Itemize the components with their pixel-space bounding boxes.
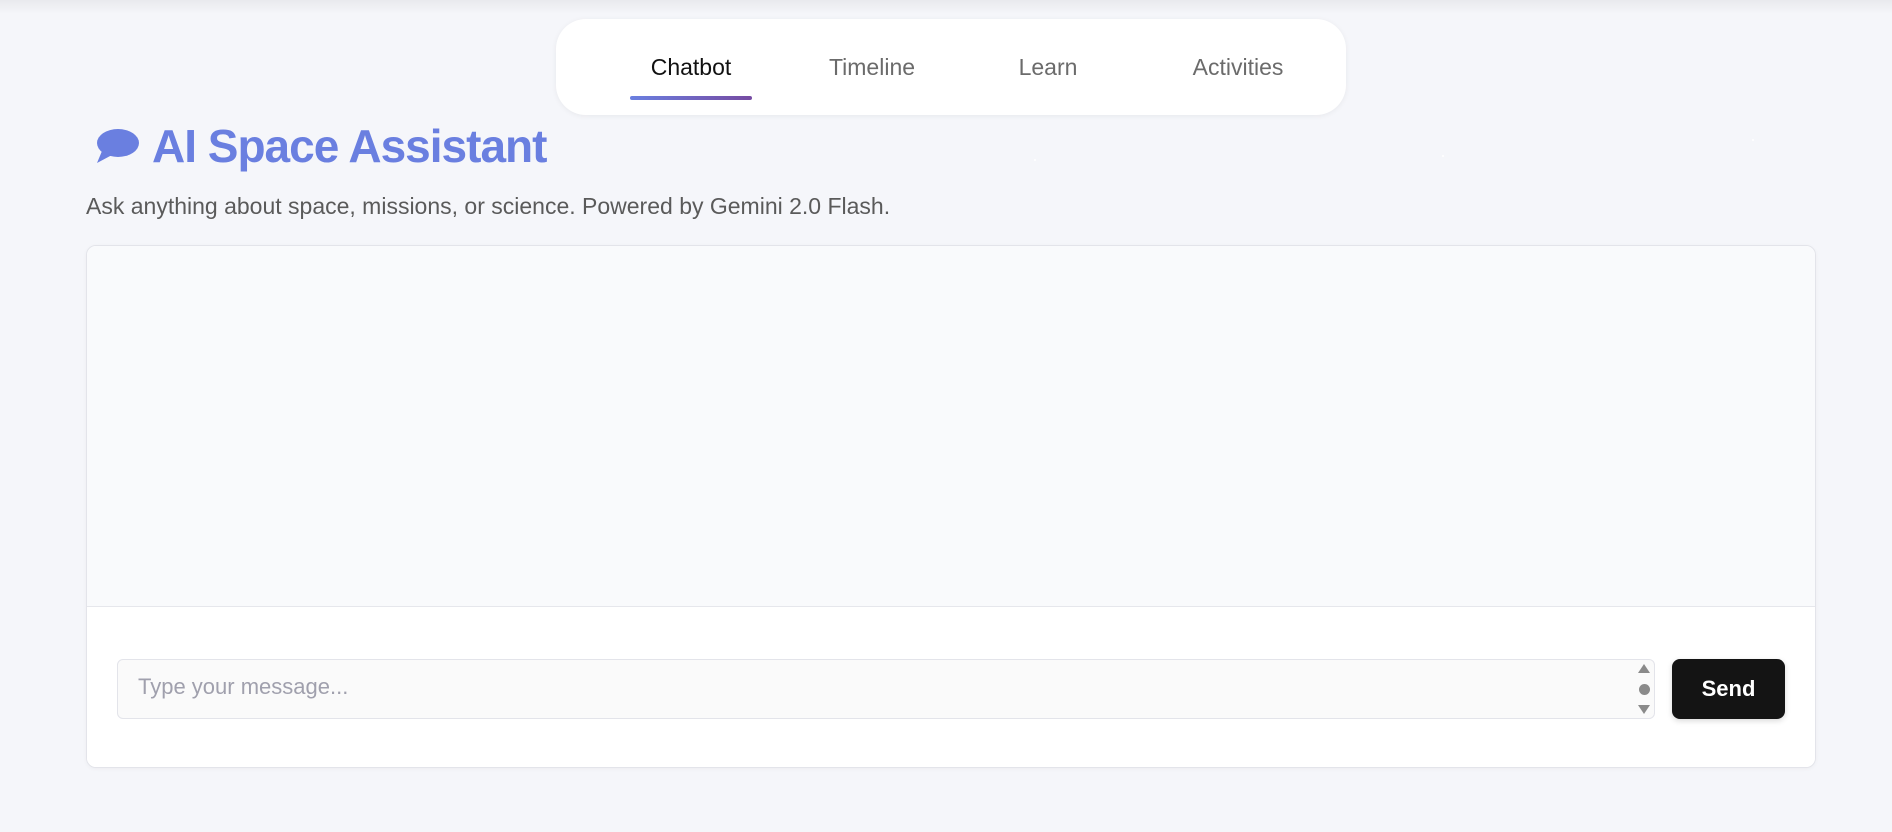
page-header: AI Space Assistant bbox=[94, 116, 547, 176]
tab-activities[interactable]: Activities bbox=[1170, 19, 1306, 115]
chat-panel: Send bbox=[86, 245, 1816, 768]
top-shadow bbox=[0, 0, 1892, 14]
star-decoration bbox=[1752, 139, 1754, 141]
tab-timeline-label: Timeline bbox=[828, 53, 916, 80]
page-subtitle: Ask anything about space, missions, or s… bbox=[86, 193, 891, 219]
tab-timeline[interactable]: Timeline bbox=[816, 19, 928, 115]
spin-down-icon bbox=[1638, 705, 1650, 714]
message-list[interactable] bbox=[87, 246, 1815, 607]
tab-learn[interactable]: Learn bbox=[1002, 19, 1094, 115]
tab-learn-label: Learn bbox=[1018, 53, 1078, 80]
tab-chatbot[interactable]: Chatbot bbox=[630, 19, 752, 115]
input-resize-spinner[interactable] bbox=[1637, 664, 1651, 714]
spin-up-icon bbox=[1638, 664, 1650, 673]
star-decoration bbox=[1034, 159, 1036, 161]
tab-chatbot-label: Chatbot bbox=[650, 53, 732, 80]
speech-bubble-icon bbox=[97, 129, 139, 163]
spin-dot-icon bbox=[1638, 683, 1650, 695]
star-decoration bbox=[1442, 155, 1444, 157]
send-button[interactable]: Send bbox=[1672, 659, 1785, 719]
active-tab-indicator bbox=[630, 96, 752, 100]
tab-activities-label: Activities bbox=[1192, 53, 1284, 80]
tab-navigation: Chatbot Timeline Learn Activities bbox=[556, 19, 1346, 115]
page-title: AI Space Assistant bbox=[152, 120, 547, 172]
message-input[interactable] bbox=[117, 659, 1655, 719]
message-composer: Send bbox=[87, 607, 1815, 767]
